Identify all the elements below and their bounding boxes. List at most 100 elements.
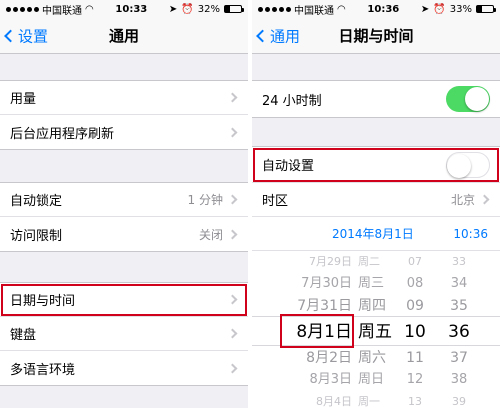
chevron-right-icon: [227, 229, 238, 239]
row-timezone[interactable]: 时区 北京: [252, 183, 500, 217]
settings-group-3: 日期与时间 键盘 多语言环境: [0, 282, 248, 386]
row-value: 1 分钟: [187, 193, 223, 207]
location-icon: ➤: [168, 3, 178, 15]
current-date: 2014年8月1日: [332, 227, 414, 241]
status-right: ➤ ⏰ 32%: [168, 3, 244, 15]
picker-item[interactable]: 10: [400, 317, 430, 347]
picker-item[interactable]: 周六: [358, 347, 398, 369]
picker-item[interactable]: 8月1日: [282, 317, 352, 347]
picker-weekday-column[interactable]: 周二 周三 周四 周五 周六 周日 周一: [358, 251, 398, 408]
page-title: 通用: [108, 27, 139, 45]
current-datetime-row[interactable]: 2014年8月1日 10:36: [252, 217, 500, 251]
chevron-right-icon: [227, 92, 238, 103]
hour24-group: 24 小时制: [252, 80, 500, 118]
status-left: 中国联通 ◠: [258, 2, 346, 17]
row-auto-lock[interactable]: 自动锁定 1 分钟: [0, 183, 248, 217]
picker-item[interactable]: 09: [400, 295, 430, 317]
row-label: 时区: [262, 194, 289, 209]
status-time: 10:33: [115, 3, 148, 15]
picker-item[interactable]: 36: [442, 317, 476, 347]
picker-item[interactable]: 8月4日: [282, 391, 352, 408]
row-label: 自动锁定: [10, 194, 63, 209]
status-right: ➤ ⏰ 33%: [420, 3, 496, 15]
row-language-region[interactable]: 多语言环境: [0, 351, 248, 385]
row-label: 自动设置: [262, 159, 315, 174]
picker-item[interactable]: 周五: [358, 317, 398, 347]
row-usage[interactable]: 用量: [0, 81, 248, 115]
general-settings-screen: 中国联通 ◠ 10:33 ➤ ⏰ 32% 设置 通用 用量 后台应用程序刷新 自…: [0, 0, 248, 408]
row-date-time[interactable]: 日期与时间: [0, 283, 248, 317]
row-value: 北京: [450, 193, 475, 207]
picker-item[interactable]: 周一: [358, 391, 398, 408]
carrier-label: 中国联通: [42, 5, 82, 17]
back-label: 设置: [18, 27, 49, 45]
auto-group: 自动设置 时区 北京 2014年8月1日 10:36 7月29日 7月30日 7月3…: [252, 146, 500, 408]
row-restrictions[interactable]: 访问限制 关闭: [0, 217, 248, 251]
chevron-right-icon: [479, 194, 490, 205]
row-background-refresh[interactable]: 后台应用程序刷新: [0, 115, 248, 149]
picker-item[interactable]: 周二: [358, 251, 398, 273]
row-label: 访问限制: [10, 228, 63, 244]
picker-item[interactable]: 35: [442, 295, 476, 317]
row-auto-set: 自动设置: [252, 147, 500, 183]
picker-item[interactable]: 周三: [358, 273, 398, 295]
back-button[interactable]: 设置: [4, 25, 49, 46]
picker-item[interactable]: 13: [400, 391, 430, 408]
picker-item[interactable]: 34: [442, 273, 476, 295]
hour24-toggle[interactable]: [446, 86, 490, 112]
back-button[interactable]: 通用: [256, 25, 300, 46]
row-label: 后台应用程序刷新: [10, 126, 115, 142]
chevron-right-icon: [227, 328, 238, 339]
nav-bar: 设置 通用: [0, 18, 248, 54]
auto-set-toggle[interactable]: [446, 151, 490, 178]
picker-minute-column[interactable]: 33 34 35 36 37 38 39: [442, 251, 476, 408]
row-label: 24 小时制: [262, 93, 322, 109]
row-label: 用量: [10, 92, 37, 107]
row-label: 多语言环境: [10, 362, 76, 378]
picker-item[interactable]: 8月3日: [282, 369, 352, 391]
chevron-left-icon: [4, 29, 17, 42]
status-left: 中国联通 ◠: [6, 2, 94, 17]
battery-icon: [224, 5, 244, 13]
picker-item[interactable]: 38: [442, 369, 476, 391]
location-icon: ➤: [420, 3, 430, 15]
picker-item[interactable]: 7月30日: [282, 273, 352, 295]
picker-item[interactable]: 7月31日: [282, 295, 352, 317]
carrier-label: 中国联通: [294, 5, 334, 17]
date-time-screen: 中国联通 ◠ 10:36 ➤ ⏰ 33% 通用 日期与时间 24 小时制 自动设…: [252, 0, 500, 408]
alarm-icon: ⏰: [433, 3, 446, 15]
picker-date-column[interactable]: 7月29日 7月30日 7月31日 8月1日 8月2日 8月3日 8月4日: [282, 251, 352, 408]
row-keyboard[interactable]: 键盘: [0, 317, 248, 351]
picker-item[interactable]: 08: [400, 273, 430, 295]
picker-item[interactable]: 周日: [358, 369, 398, 391]
picker-item[interactable]: 8月2日: [282, 347, 352, 369]
signal-icon: [258, 6, 291, 12]
chevron-right-icon: [227, 194, 238, 205]
chevron-right-icon: [227, 294, 238, 305]
picker-item[interactable]: 37: [442, 347, 476, 369]
chevron-right-icon: [227, 127, 238, 137]
picker-hour-column[interactable]: 07 08 09 10 11 12 13: [400, 251, 430, 408]
settings-group-2: 自动锁定 1 分钟 访问限制 关闭: [0, 182, 248, 252]
wifi-icon: ◠: [85, 3, 94, 15]
picker-item[interactable]: 11: [400, 347, 430, 369]
picker-item[interactable]: 39: [442, 391, 476, 408]
nav-bar: 通用 日期与时间: [252, 18, 500, 54]
picker-item[interactable]: 7月29日: [282, 251, 352, 273]
row-label: 键盘: [10, 328, 37, 343]
picker-item[interactable]: 07: [400, 251, 430, 273]
wifi-icon: ◠: [337, 3, 346, 15]
signal-icon: [6, 6, 39, 12]
picker-item[interactable]: 周四: [358, 295, 398, 317]
screenshot-pair: 中国联通 ◠ 10:33 ➤ ⏰ 32% 设置 通用 用量 后台应用程序刷新 自…: [0, 0, 500, 408]
picker-item[interactable]: 33: [442, 251, 476, 273]
row-label: 日期与时间: [10, 294, 76, 309]
picker-item[interactable]: 12: [400, 369, 430, 391]
date-time-picker[interactable]: 7月29日 7月30日 7月31日 8月1日 8月2日 8月3日 8月4日 周二 周三 周四 周五…: [252, 251, 500, 408]
chevron-right-icon: [227, 363, 238, 373]
row-value: 关闭: [198, 227, 223, 242]
battery-icon: [476, 5, 496, 13]
page-title: 日期与时间: [338, 27, 414, 45]
chevron-left-icon: [256, 29, 269, 42]
status-bar: 中国联通 ◠ 10:36 ➤ ⏰ 33%: [252, 0, 500, 18]
